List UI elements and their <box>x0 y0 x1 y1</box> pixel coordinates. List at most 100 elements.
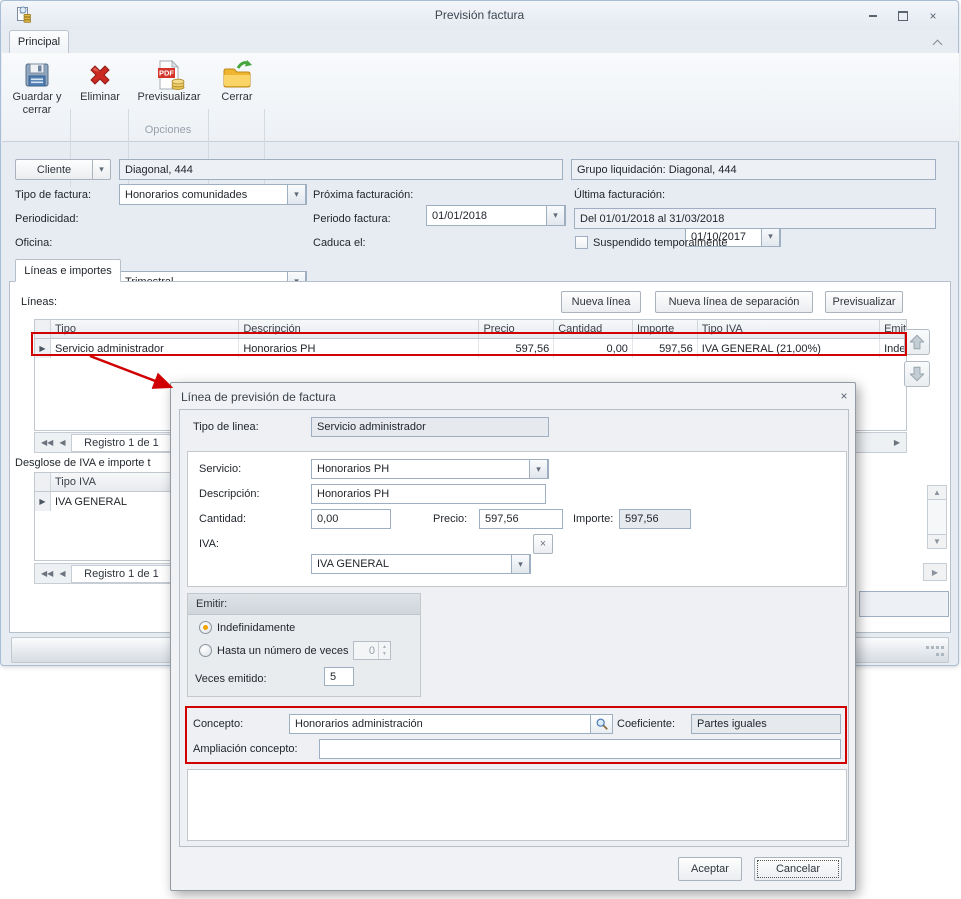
dropdown-arrow-icon[interactable]: ▾ <box>761 227 780 246</box>
servicio-value: Honorarios PH <box>317 463 390 475</box>
totals-scroll-down-button[interactable]: ▼ <box>927 534 947 549</box>
move-row-up-button[interactable] <box>904 329 930 355</box>
servicio-label: Servicio: <box>199 463 242 475</box>
tipo-linea-label: Tipo de linea: <box>193 421 259 433</box>
record-label: Registro 1 de 1 <box>71 433 172 452</box>
tipo-factura-label: Tipo de factura: <box>15 188 92 201</box>
column-header-emitir[interactable]: Emitir <box>880 320 906 338</box>
resize-grip[interactable] <box>925 643 945 659</box>
cell-tipo-iva[interactable]: IVA GENERAL (21,00%) <box>698 339 881 358</box>
cancelar-button[interactable]: Cancelar <box>754 857 842 881</box>
scroll-down-icon: ▼ <box>933 537 941 546</box>
concepto-search-button[interactable] <box>591 714 613 734</box>
prev-record-button[interactable]: ◀ <box>59 569 65 578</box>
window-title: Previsión factura <box>434 8 525 22</box>
veces-emitido-field[interactable]: 5 <box>324 667 354 686</box>
scroll-right-icon: ▶ <box>931 567 939 577</box>
scroll-up-icon: ▲ <box>933 488 941 497</box>
cell-importe[interactable]: 597,56 <box>633 339 698 358</box>
radio-hasta-veces-label[interactable]: Hasta un número de veces <box>217 644 348 658</box>
first-record-button[interactable]: ◀◀ <box>41 569 53 578</box>
proxima-facturacion-value: 01/01/2018 <box>432 209 488 222</box>
lineas-grid-row[interactable]: ▶ Servicio administrador Honorarios PH 5… <box>35 339 906 358</box>
delete-button[interactable]: Eliminar <box>74 56 126 136</box>
radio-indefinidamente-label[interactable]: Indefinidamente <box>217 621 295 635</box>
dropdown-arrow-icon[interactable]: ▾ <box>287 185 306 204</box>
close-button[interactable]: × <box>923 8 943 23</box>
coeficiente-label: Coeficiente: <box>617 718 676 730</box>
prev-record-button[interactable]: ◀ <box>59 438 65 447</box>
column-header-cantidad[interactable]: Cantidad <box>554 320 633 338</box>
move-row-down-button[interactable] <box>904 361 930 387</box>
caduca-label: Caduca el: <box>313 236 366 249</box>
tipo-factura-select[interactable]: Honorarios comunidades ▾ <box>119 184 307 205</box>
nueva-linea-separacion-button[interactable]: Nueva línea de separación <box>655 291 813 313</box>
dropdown-arrow-icon[interactable]: ▾ <box>546 206 565 225</box>
cell-precio[interactable]: 597,56 <box>479 339 555 358</box>
column-header-tipo[interactable]: Tipo <box>51 320 240 338</box>
cliente-field[interactable]: Diagonal, 444 <box>119 159 563 180</box>
cell-tipo[interactable]: Servicio administrador <box>51 339 240 358</box>
descripcion-field[interactable]: Honorarios PH <box>311 484 546 504</box>
save-and-close-button[interactable]: Guardar y cerrar <box>7 56 67 136</box>
totals-field <box>859 591 949 617</box>
ribbon: Guardar y cerrar Eliminar PDF Previsuali… <box>2 53 959 187</box>
coeficiente-field: Partes iguales <box>691 714 841 734</box>
cell-emitir[interactable]: Indefinida <box>880 339 906 358</box>
suspendido-checkbox[interactable] <box>575 236 588 249</box>
totals-scrollbar-track[interactable] <box>927 500 947 534</box>
lineas-label: Líneas: <box>21 296 58 308</box>
record-label: Registro 1 de 1 <box>71 564 172 583</box>
save-and-close-label: Guardar y cerrar <box>12 91 62 116</box>
cliente-button[interactable]: Cliente ▾ <box>15 159 111 180</box>
nueva-linea-button[interactable]: Nueva línea <box>561 291 641 313</box>
up-arrow-icon <box>909 334 925 350</box>
tab-lineas-importes[interactable]: Líneas e importes <box>15 259 121 282</box>
emitir-group-header: Emitir: <box>188 594 420 615</box>
cliente-dropdown-arrow-icon[interactable]: ▾ <box>92 160 110 179</box>
dropdown-arrow-icon[interactable]: ▾ <box>529 460 548 478</box>
close-window-button[interactable]: Cerrar <box>212 56 262 136</box>
column-header-tipo-iva[interactable]: Tipo IVA <box>698 320 881 338</box>
totals-scroll-right-button[interactable]: ▶ <box>923 563 947 581</box>
dialog-close-button[interactable]: × <box>835 388 853 404</box>
iva-clear-button[interactable]: × <box>533 534 553 554</box>
precio-field[interactable]: 597,56 <box>479 509 563 529</box>
servicio-select[interactable]: Honorarios PH ▾ <box>311 459 549 479</box>
ampliacion-field[interactable] <box>319 739 841 759</box>
concepto-label: Concepto: <box>193 718 244 730</box>
column-header-descripcion[interactable]: Descripción <box>239 320 480 338</box>
maximize-icon <box>898 10 908 21</box>
totals-scroll-up-button[interactable]: ▲ <box>927 485 947 500</box>
veces-spinner[interactable]: 0 ▲ ▼ <box>353 641 391 660</box>
cantidad-field[interactable]: 0,00 <box>311 509 391 529</box>
column-header-importe[interactable]: Importe <box>633 320 698 338</box>
grupo-liquidacion-field: Grupo liquidación: Diagonal, 444 <box>571 159 936 180</box>
cell-cantidad[interactable]: 0,00 <box>554 339 633 358</box>
ultima-facturacion-label: Última facturación: <box>574 188 666 201</box>
first-record-button[interactable]: ◀◀ <box>41 438 53 447</box>
minimize-button[interactable] <box>863 8 883 23</box>
column-header-precio[interactable]: Precio <box>479 320 555 338</box>
minimize-icon <box>869 14 877 17</box>
radio-hasta-veces[interactable] <box>199 644 212 657</box>
close-icon: × <box>840 389 848 403</box>
tipo-linea-field: Servicio administrador <box>311 417 549 437</box>
concepto-field[interactable]: Honorarios administración <box>289 714 591 734</box>
scroll-right-button[interactable]: ▶ <box>894 438 900 447</box>
spinner-arrows[interactable]: ▲ ▼ <box>379 642 390 659</box>
radio-indefinidamente[interactable] <box>199 621 212 634</box>
window-titlebar[interactable]: Previsión factura × <box>1 1 958 29</box>
ribbon-collapse-button[interactable] <box>929 37 945 51</box>
row-pointer-cell: ▶ <box>35 339 51 358</box>
previsualizar-button[interactable]: Previsualizar <box>825 291 903 313</box>
dropdown-arrow-icon[interactable]: ▾ <box>511 555 530 573</box>
proxima-facturacion-select[interactable]: 01/01/2018 ▾ <box>426 205 566 226</box>
aceptar-button[interactable]: Aceptar <box>678 857 742 881</box>
iva-select[interactable]: IVA GENERAL ▾ <box>311 554 531 574</box>
maximize-button[interactable] <box>893 8 913 23</box>
delete-label: Eliminar <box>80 91 120 103</box>
tab-principal[interactable]: Principal <box>9 30 69 53</box>
cell-descripcion[interactable]: Honorarios PH <box>239 339 480 358</box>
close-label: Cerrar <box>221 91 253 103</box>
